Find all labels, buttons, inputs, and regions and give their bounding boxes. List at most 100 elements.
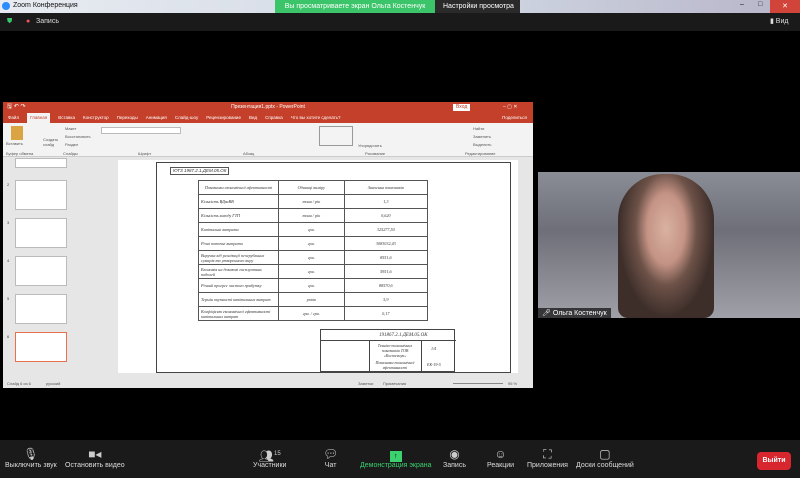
paste-icon[interactable] (11, 126, 23, 140)
slide-canvas[interactable]: ЮТЗ 1987.2.1.ДЕМ.05.ОК Показники економі… (118, 160, 518, 373)
indicators-table: Показники економічної ефективності Одиниц… (198, 180, 429, 321)
slide-thumb-5[interactable] (15, 294, 67, 324)
close-button[interactable]: ✕ (770, 0, 800, 13)
table-cell: грн. (278, 250, 345, 265)
thumb-number: 6 (7, 334, 10, 339)
ppt-title-bar: 🖫 ↶ ↷ Презентация1.pptx - PowerPoint Вхо… (3, 102, 533, 113)
tab-view[interactable]: Вид (249, 113, 257, 123)
slide-thumb-6-selected[interactable] (15, 332, 67, 362)
leave-button[interactable]: Выйти (757, 452, 791, 470)
table-cell: 5,9 (343, 292, 429, 307)
table-row: Термін окупності капітальних витрат років… (198, 292, 429, 307)
tab-transitions[interactable]: Переходы (117, 113, 138, 123)
drawing-group: Рисование (365, 151, 386, 156)
thumb-number: 2 (7, 182, 10, 187)
slide-thumb-4[interactable] (15, 256, 67, 286)
slide-thumb-2[interactable] (15, 180, 67, 210)
stop-video-button[interactable]: ■◂ Остановить видео (65, 446, 125, 469)
table-cell: 1,3 (343, 194, 429, 209)
drawing-code: ЮТЗ 1987.2.1.ДЕМ.05.ОК (170, 167, 230, 175)
language[interactable]: русский (46, 381, 60, 386)
powerpoint-window: 🖫 ↶ ↷ Презентация1.pptx - PowerPoint Вхо… (3, 102, 533, 388)
zoom-meeting-bar: ⛊ ● Запись ▮ Вид (0, 13, 800, 31)
table-row: Кількість ВДваВВ тонн / рік 1,3 (198, 194, 429, 209)
find-button[interactable]: Найти (473, 126, 484, 131)
font-select[interactable] (101, 127, 181, 134)
table-cell: 325277,50 (343, 222, 429, 237)
view-button[interactable]: ▮ Вид (770, 13, 788, 31)
tab-insert[interactable]: Вставка (58, 113, 75, 123)
table-cell: тонн / рік (278, 208, 345, 223)
table-cell: 3083032,43 (343, 236, 429, 251)
login-button[interactable]: Вход (453, 104, 471, 111)
tell-me-input[interactable]: Что вы хотите сделать? (291, 113, 341, 123)
apps-button[interactable]: ⛶ Приложения (527, 446, 568, 469)
whiteboards-button[interactable]: ▢ Доски сообщений (576, 446, 634, 469)
table-cell: Кількість виходу ГТП (198, 208, 279, 223)
tab-animation[interactable]: Анимация (146, 113, 167, 123)
shield-icon[interactable]: ⛊ (7, 13, 12, 31)
table-cell: Капітальні витрати (198, 222, 279, 237)
arrange-button[interactable]: Упорядочить (358, 143, 382, 148)
table-cell: грн. (278, 264, 345, 279)
record-icon: ◉ (449, 447, 460, 461)
stamp-group: ЕК-19-5 (427, 362, 441, 367)
whiteboards-label: Доски сообщений (576, 462, 634, 469)
table-cell: Річні поточні витрати (198, 236, 279, 251)
notes-button[interactable]: Заметки (358, 379, 373, 388)
new-slide-button[interactable]: Создать слайд (43, 137, 65, 147)
ppt-title: Презентация1.pptx - PowerPoint (231, 104, 305, 110)
window-controls[interactable]: – ▢ ✕ (503, 102, 517, 113)
tab-design[interactable]: Конструктор (83, 113, 109, 123)
record-button[interactable]: ◉ Запись (443, 446, 466, 469)
view-settings-dropdown[interactable]: Настройки просмотра ⌄ (435, 0, 520, 23)
tab-file[interactable]: Файл (8, 113, 19, 123)
table-cell: 88570,6 (343, 278, 429, 293)
participants-button[interactable]: 👥︎15 Участники (253, 446, 286, 469)
record-label: Запись (443, 462, 466, 469)
table-cell: 0,17 (343, 306, 429, 321)
shapes-gallery[interactable] (319, 126, 353, 146)
ribbon-tabs: Файл Главная Вставка Конструктор Переход… (3, 113, 533, 123)
table-cell: Річний прогрес чистого прибутку (198, 278, 279, 293)
mute-button[interactable]: 🎙︎ Выключить звук (5, 446, 57, 469)
column-header: Показники економічної ефективності (198, 180, 279, 195)
table-row: Економія на доказові експлуатних подолей… (198, 264, 429, 279)
maximize-button[interactable]: □ (758, 1, 762, 8)
replace-button[interactable]: Заменить (473, 134, 491, 139)
participant-video[interactable]: 🎤︎ Ольга Костенчук (538, 172, 800, 318)
tab-review[interactable]: Рецензирование (206, 113, 241, 123)
layout-button[interactable]: Макет (65, 126, 76, 131)
slide-thumb-3[interactable] (15, 218, 67, 248)
tab-help[interactable]: Справка (265, 113, 283, 123)
slide-thumb-1[interactable] (15, 158, 67, 168)
reactions-label: Реакции (487, 462, 515, 469)
window-title: Zoom Конференция (13, 2, 78, 9)
share-screen-button[interactable]: ↑ Демонстрация экрана (360, 446, 432, 469)
view-label: Вид (775, 18, 789, 25)
column-header: Одиниці виміру (278, 180, 345, 195)
tab-slideshow[interactable]: Слайд-шоу (175, 113, 198, 123)
zoom-level[interactable]: 95 % (508, 379, 517, 388)
mute-label: Выключить звук (5, 462, 57, 469)
comments-button[interactable]: Примечания (383, 379, 406, 388)
stamp-subtitle: Показники економічної ефективності (375, 360, 415, 370)
tab-home[interactable]: Главная (27, 113, 51, 123)
zoom-slider[interactable] (453, 383, 503, 384)
participant-name: 🎤︎ Ольга Костенчук (538, 308, 611, 318)
reset-button[interactable]: Восстановить (65, 134, 91, 139)
paste-button[interactable]: Вставить (6, 141, 23, 146)
select-button[interactable]: Выделить (473, 142, 491, 147)
record-icon: ● (26, 18, 31, 25)
minimize-button[interactable]: – (740, 1, 744, 8)
share-button[interactable]: Поделиться (502, 113, 527, 123)
table-cell: років (278, 292, 345, 307)
font-group: Шрифт (138, 151, 152, 156)
mic-icon: 🎤︎ (542, 310, 551, 317)
participants-label: Участники (253, 462, 287, 469)
section-button[interactable]: Раздел (65, 142, 78, 147)
chat-button[interactable]: 💬︎ Чат (323, 446, 338, 469)
save-icon[interactable]: 🖫 ↶ ↷ (7, 102, 26, 113)
reactions-button[interactable]: ☺ Реакции (487, 446, 514, 469)
video-camera-icon: ■◂ (88, 447, 102, 461)
